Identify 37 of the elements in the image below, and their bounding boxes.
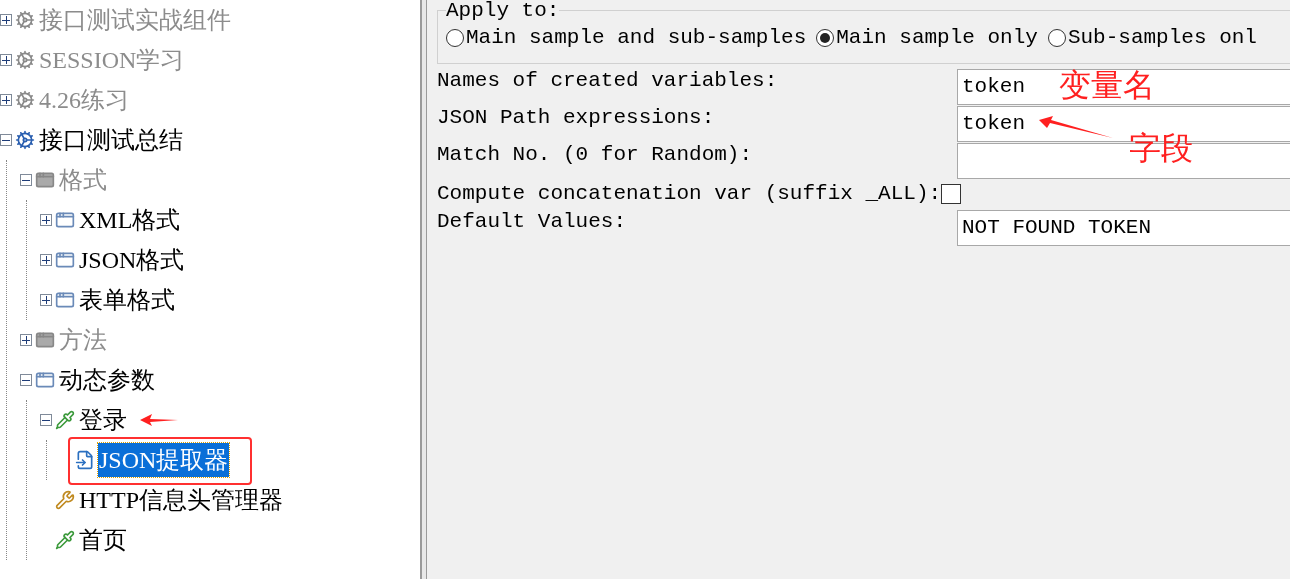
window-icon bbox=[35, 170, 55, 190]
radio-button[interactable] bbox=[816, 29, 835, 47]
gear-icon bbox=[15, 90, 35, 110]
field-label: Compute concatenation var (suffix _ALL): bbox=[437, 181, 942, 207]
field-label: Default Values: bbox=[437, 209, 628, 235]
collapse-toggle[interactable] bbox=[20, 374, 32, 386]
gear-icon bbox=[15, 10, 35, 30]
window-icon bbox=[35, 330, 55, 350]
tree-item[interactable]: 接口测试总结 bbox=[38, 123, 184, 157]
window-icon bbox=[55, 210, 75, 230]
radio-button[interactable] bbox=[1047, 29, 1066, 47]
file-arrow-icon bbox=[75, 450, 95, 470]
pipette-icon bbox=[55, 410, 75, 430]
tree-item[interactable]: HTTP信息头管理器 bbox=[78, 483, 284, 517]
field-label: Names of created variables: bbox=[437, 68, 779, 94]
tree-item[interactable]: 动态参数 bbox=[58, 363, 156, 397]
tree-item[interactable]: 登录 bbox=[78, 403, 128, 437]
radio-option[interactable]: Sub-samples onl bbox=[1047, 25, 1257, 51]
input-field[interactable]: NOT FOUND TOKEN bbox=[957, 209, 1290, 246]
radio-button[interactable] bbox=[446, 29, 464, 47]
wrench-icon bbox=[55, 490, 75, 510]
pipette-icon bbox=[55, 530, 75, 550]
field-label: JSON Path expressions: bbox=[437, 105, 716, 131]
field-label: Match No. (0 for Random): bbox=[437, 142, 754, 168]
window-icon bbox=[55, 250, 75, 270]
radio-option[interactable]: Main sample and sub-samples bbox=[446, 25, 807, 51]
collapse-toggle[interactable] bbox=[0, 134, 12, 146]
window-icon bbox=[55, 290, 75, 310]
checkbox[interactable] bbox=[941, 184, 962, 204]
tree-item[interactable]: JSON提取器 bbox=[98, 443, 230, 477]
collapse-toggle[interactable] bbox=[40, 414, 52, 426]
window-icon bbox=[35, 370, 55, 390]
gear-icon bbox=[15, 50, 35, 70]
radio-option[interactable]: Main sample only bbox=[816, 25, 1038, 51]
group-legend: Apply to: bbox=[446, 0, 560, 22]
tree-item[interactable]: 首页 bbox=[78, 523, 128, 557]
gear-icon bbox=[15, 130, 35, 150]
